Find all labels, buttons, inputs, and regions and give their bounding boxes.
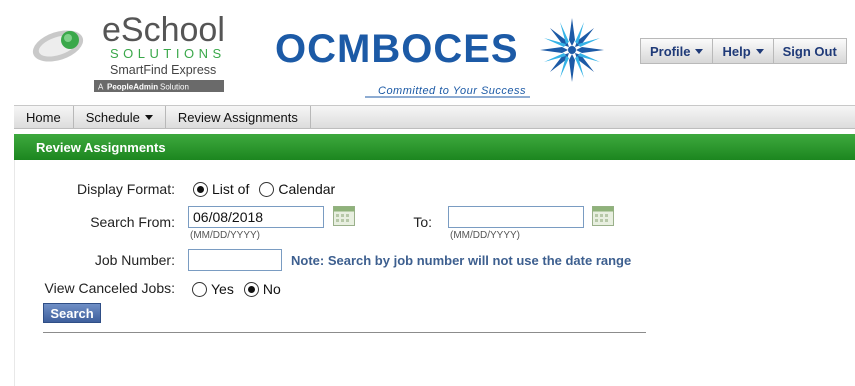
sign-out-label: Sign Out xyxy=(782,43,837,59)
chevron-down-icon xyxy=(695,48,704,54)
smartfind-wordmark: SmartFind Express xyxy=(110,63,216,77)
calendar-icon[interactable] xyxy=(333,206,355,226)
profile-label: Profile xyxy=(650,43,691,59)
content-border xyxy=(14,160,15,386)
search-from-label: Search From: xyxy=(90,214,175,230)
help-label: Help xyxy=(722,43,751,59)
canceled-no-radio[interactable] xyxy=(243,281,259,297)
display-calendar-label: Calendar xyxy=(278,181,336,197)
job-number-input[interactable] xyxy=(188,249,282,271)
display-list-label: List of xyxy=(212,181,250,197)
profile-menu-button[interactable]: Profile xyxy=(640,38,714,64)
peopleadmin-prefix: A xyxy=(98,83,104,92)
chevron-down-icon xyxy=(755,48,764,54)
display-format-label: Display Format: xyxy=(76,181,175,197)
help-menu-button[interactable]: Help xyxy=(713,38,774,64)
ocm-boces-logo: OCMBOCES Committed to Your Success xyxy=(275,18,604,98)
nav-schedule-label: Schedule xyxy=(85,109,140,125)
display-calendar-radio[interactable] xyxy=(259,181,275,197)
ocm-tagline: Committed to Your Success xyxy=(378,85,526,97)
nav-home-label: Home xyxy=(26,109,61,125)
calendar-icon[interactable] xyxy=(592,206,614,226)
display-list-radio[interactable] xyxy=(193,181,208,197)
sign-out-button[interactable]: Sign Out xyxy=(773,38,847,64)
nav-schedule-menu[interactable]: Schedule xyxy=(74,106,166,128)
peopleadmin-brand: PeopleAdmin xyxy=(107,83,158,92)
header: eSchool SOLUTIONS SmartFind Express A Pe… xyxy=(0,0,855,100)
job-number-label: Job Number: xyxy=(94,252,175,268)
display-format-group: List of Calendar xyxy=(193,181,335,197)
eschool-solutions-logo: eSchool SOLUTIONS SmartFind Express A Pe… xyxy=(32,11,226,92)
section-title: Review Assignments xyxy=(36,139,166,155)
to-date-hint: (MM/DD/YYYY) xyxy=(450,230,520,241)
nav-home[interactable]: Home xyxy=(14,106,74,128)
main-nav: Home Schedule Review Assignments xyxy=(14,105,855,129)
canceled-jobs-label: View Canceled Jobs: xyxy=(44,280,175,296)
chevron-down-icon xyxy=(144,114,153,120)
search-from-hint: (MM/DD/YYYY) xyxy=(190,230,260,241)
eschool-subtitle: SOLUTIONS xyxy=(110,46,226,61)
ocm-starburst-icon xyxy=(540,18,604,82)
to-date-input[interactable] xyxy=(448,206,584,228)
job-number-note: Note: Search by job number will not use … xyxy=(291,253,632,268)
eschool-wordmark: eSchool xyxy=(102,11,225,49)
canceled-yes-label: Yes xyxy=(211,281,234,297)
results-divider xyxy=(43,332,646,333)
canceled-yes-radio[interactable] xyxy=(192,281,207,297)
nav-review-assignments[interactable]: Review Assignments xyxy=(166,106,311,128)
to-label: To: xyxy=(413,214,432,230)
search-button-label: Search xyxy=(50,305,94,321)
section-title-bar: Review Assignments xyxy=(14,134,855,160)
user-nav: Profile Help Sign Out xyxy=(640,38,847,64)
ocm-boces-wordmark: OCMBOCES xyxy=(275,27,519,71)
peopleadmin-suffix: Solution xyxy=(160,83,189,92)
canceled-no-label: No xyxy=(262,281,281,297)
canceled-jobs-group: Yes No xyxy=(192,281,281,297)
nav-review-label: Review Assignments xyxy=(177,109,298,125)
search-button[interactable]: Search xyxy=(43,303,101,323)
search-from-input[interactable] xyxy=(188,206,324,228)
